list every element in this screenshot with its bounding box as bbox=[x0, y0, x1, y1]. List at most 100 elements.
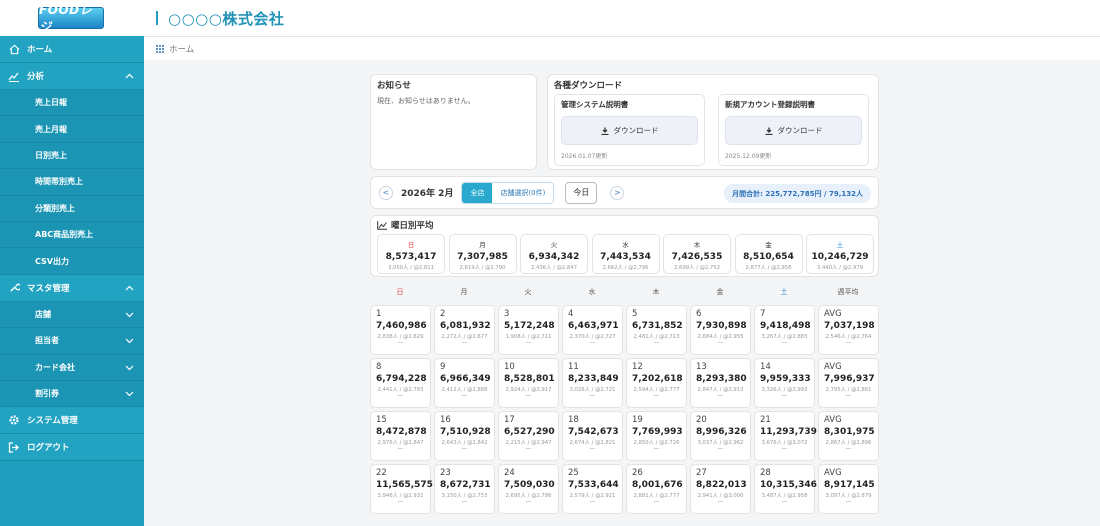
sidebar-item-master[interactable]: 割引券 bbox=[0, 380, 144, 408]
sidebar-item-analysis[interactable]: 売上月報 bbox=[0, 116, 144, 143]
download-button[interactable]: ダウンロード bbox=[561, 116, 698, 145]
nav-master[interactable]: マスタ管理 bbox=[0, 274, 144, 302]
week-average-cell: AVG 8,917,145 3,097人 / @2,879— bbox=[818, 464, 879, 514]
calendar-day-cell[interactable]: 15 8,472,878 2,976人 / @2,847— bbox=[370, 411, 431, 461]
sidebar-item-master[interactable]: 担当者 bbox=[0, 328, 144, 355]
calendar-day-cell[interactable]: 9 6,966,349 2,412人 / @2,888— bbox=[434, 358, 495, 408]
gear-icon bbox=[7, 413, 21, 427]
sidebar-item-label: 売上日報 bbox=[35, 98, 67, 108]
nav-analysis[interactable]: 分析 bbox=[0, 63, 144, 90]
day-number: 24 bbox=[504, 468, 515, 478]
weekday-average-title: 曜日別平均 bbox=[391, 221, 434, 231]
calendar-day-cell[interactable]: 1 7,460,986 2,838人 / @2,629— bbox=[370, 305, 431, 355]
comparison-placeholder: — bbox=[717, 392, 724, 399]
breadcrumb-home[interactable]: ホーム bbox=[169, 43, 194, 55]
calendar-day-cell[interactable]: 7 9,418,498 3,267人 / @2,883— bbox=[754, 305, 815, 355]
calendar-day-cell[interactable]: 11 8,233,849 3,026人 / @2,721— bbox=[562, 358, 623, 408]
app-logo[interactable]: FOODレジ bbox=[38, 3, 104, 34]
calendar-day-cell[interactable]: 2 6,081,932 2,272人 / @2,677— bbox=[434, 305, 495, 355]
daily-sales: 7,769,993 bbox=[632, 427, 683, 437]
daily-sales: 8,822,013 bbox=[696, 480, 747, 490]
calendar-day-cell[interactable]: 24 7,509,030 2,695人 / @2,786— bbox=[498, 464, 559, 514]
daily-sales: 7,037,198 bbox=[824, 321, 875, 331]
download-updated-date: 2026.01.07更新 bbox=[561, 153, 608, 160]
calendar-day-cell[interactable]: 19 7,769,993 2,850人 / @2,726— bbox=[626, 411, 687, 461]
sidebar-item-analysis[interactable]: CSV出力 bbox=[0, 248, 144, 275]
download-button[interactable]: ダウンロード bbox=[725, 116, 862, 145]
weekday-average-customers: 2,436人 / @2,847 bbox=[530, 265, 578, 271]
daily-sales: 8,672,731 bbox=[440, 480, 491, 490]
weekday-average-sales: 6,934,342 bbox=[528, 252, 580, 262]
daily-sales: 8,528,801 bbox=[504, 374, 555, 384]
comparison-placeholder: — bbox=[589, 498, 596, 505]
nav-system[interactable]: システム管理 bbox=[0, 407, 144, 435]
store-filter: 全店 店舗選択(0件) bbox=[461, 181, 555, 204]
weekday-average-sales: 8,510,654 bbox=[743, 252, 794, 262]
calendar-day-cell[interactable]: 8 6,794,228 2,441人 / @2,783— bbox=[370, 358, 431, 408]
comparison-placeholder: — bbox=[717, 498, 724, 505]
week-average-cell: AVG 8,301,975 2,867人 / @2,896— bbox=[818, 411, 879, 461]
day-number: 1 bbox=[376, 309, 382, 319]
calendar-day-cell[interactable]: 3 5,172,248 1,908人 / @2,711— bbox=[498, 305, 559, 355]
calendar-day-cell[interactable]: 21 11,293,739 3,676人 / @3,072— bbox=[754, 411, 817, 461]
chevron-down-icon bbox=[125, 337, 134, 346]
calendar-day-cell[interactable]: 4 6,463,971 2,370人 / @2,727— bbox=[562, 305, 623, 355]
today-button[interactable]: 今日 bbox=[565, 181, 598, 204]
calendar-day-cell[interactable]: 23 8,672,731 3,150人 / @2,753— bbox=[434, 464, 495, 514]
sidebar-item-analysis[interactable]: 時間帯別売上 bbox=[0, 169, 144, 196]
comparison-placeholder: — bbox=[845, 498, 852, 505]
day-number: 21 bbox=[760, 415, 771, 425]
calendar-day-cell[interactable]: 25 7,533,644 2,579人 / @2,921— bbox=[562, 464, 623, 514]
sidebar-item-label: 売上月報 bbox=[35, 124, 67, 134]
calendar-day-cell[interactable]: 22 11,565,575 3,946人 / @2,931— bbox=[370, 464, 433, 514]
calendar-day-cell[interactable]: 17 6,527,290 2,215人 / @2,947— bbox=[498, 411, 559, 461]
master-submenu: 店舗 担当者 カード会社 割引券 bbox=[0, 301, 144, 408]
current-month: 2026年 2月 bbox=[401, 189, 454, 199]
sidebar-item-analysis[interactable]: ABC商品別売上 bbox=[0, 221, 144, 249]
calendar-day-cell[interactable]: 20 8,996,326 3,037人 / @2,962— bbox=[690, 411, 751, 461]
downloads-title: 各種ダウンロード bbox=[554, 81, 623, 91]
sidebar-item-analysis[interactable]: 日別売上 bbox=[0, 142, 144, 170]
calendar-day-cell[interactable]: 13 8,293,380 2,847人 / @2,913— bbox=[690, 358, 751, 408]
sidebar-item-analysis[interactable]: 売上日報 bbox=[0, 90, 144, 117]
nav-logout[interactable]: ログアウト bbox=[0, 434, 144, 462]
calendar-day-cell[interactable]: 27 8,822,013 2,941人 / @3,000— bbox=[690, 464, 751, 514]
calendar-day-cell[interactable]: 12 7,202,618 2,594人 / @2,777— bbox=[626, 358, 687, 408]
weekday-label: 水 bbox=[622, 241, 629, 249]
weekday-average-item: 水 7,443,534 2,662人 / @2,796 bbox=[591, 234, 660, 274]
calendar-day-cell[interactable]: 5 6,731,852 2,481人 / @2,713— bbox=[626, 305, 687, 355]
comparison-placeholder: — bbox=[461, 392, 468, 399]
grid-icon bbox=[156, 44, 164, 53]
calendar-day-cell[interactable]: 10 8,528,801 2,924人 / @2,917— bbox=[498, 358, 559, 408]
sidebar-item-analysis[interactable]: 分類別売上 bbox=[0, 195, 144, 222]
calendar-column-header: 土 bbox=[780, 288, 788, 296]
calendar-day-cell[interactable]: 28 10,315,346 3,487人 / @2,958— bbox=[754, 464, 817, 514]
sidebar-item-master[interactable]: カード会社 bbox=[0, 354, 144, 381]
daily-sales: 7,533,644 bbox=[568, 480, 619, 490]
day-number: 16 bbox=[440, 415, 451, 425]
calendar-day-cell[interactable]: 18 7,542,673 2,674人 / @2,821— bbox=[562, 411, 623, 461]
comparison-placeholder: — bbox=[781, 392, 788, 399]
daily-sales: 7,509,030 bbox=[504, 480, 555, 490]
daily-sales: 7,930,898 bbox=[696, 321, 747, 331]
company-name: ○○○○株式会社 bbox=[168, 9, 285, 28]
sidebar-item-label: 日別売上 bbox=[35, 150, 67, 160]
comparison-placeholder: — bbox=[525, 498, 532, 505]
comparison-placeholder: — bbox=[653, 392, 660, 399]
calendar-day-cell[interactable]: 14 9,959,333 3,326人 / @2,993— bbox=[754, 358, 815, 408]
comparison-placeholder: — bbox=[781, 339, 788, 346]
prev-month-button[interactable]: < bbox=[379, 185, 393, 200]
all-stores-button[interactable]: 全店 bbox=[462, 182, 493, 203]
day-number: 18 bbox=[568, 415, 579, 425]
sidebar-item-master[interactable]: 店舗 bbox=[0, 301, 144, 329]
calendar-day-cell[interactable]: 6 7,930,898 2,684人 / @2,955— bbox=[690, 305, 751, 355]
calendar-column-header: 火 bbox=[524, 288, 532, 296]
daily-sales: 6,731,852 bbox=[632, 321, 683, 331]
next-month-button[interactable]: > bbox=[610, 185, 625, 200]
daily-sales: 10,315,346 bbox=[760, 480, 817, 490]
calendar-day-cell[interactable]: 16 7,510,928 2,643人 / @2,842— bbox=[434, 411, 495, 461]
store-select-button[interactable]: 店舗選択(0件) bbox=[492, 182, 554, 203]
calendar-day-cell[interactable]: 26 8,001,676 2,881人 / @2,777— bbox=[626, 464, 687, 514]
weekday-label: 月 bbox=[479, 241, 486, 249]
nav-home[interactable]: ホーム bbox=[0, 36, 144, 63]
